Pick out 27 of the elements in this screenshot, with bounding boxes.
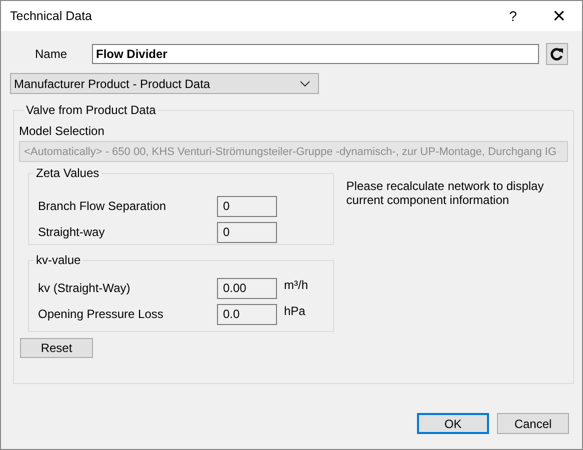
- window-title: Technical Data: [10, 9, 93, 23]
- field-label: Straight-way: [38, 225, 106, 239]
- refresh-button[interactable]: [546, 43, 568, 65]
- refresh-icon: [550, 47, 564, 61]
- source-dropdown[interactable]: Manufacturer Product - Product Data: [10, 73, 319, 94]
- group-title: Zeta Values: [35, 166, 100, 180]
- value-field[interactable]: 0.00: [217, 278, 277, 298]
- value-field[interactable]: 0: [217, 222, 277, 242]
- name-label: Name: [34, 47, 68, 61]
- reset-button[interactable]: Reset: [20, 338, 93, 358]
- group-title: Valve from Product Data: [25, 103, 157, 117]
- group-title: kv-value: [35, 253, 82, 267]
- field-label: Branch Flow Separation: [38, 199, 168, 213]
- value-field[interactable]: 0: [217, 196, 277, 216]
- name-field[interactable]: Flow Divider: [92, 44, 539, 64]
- dialog-button[interactable]: OK: [417, 413, 489, 434]
- value-field[interactable]: 0.0: [217, 304, 277, 324]
- model-label: Model Selection: [19, 124, 106, 138]
- info-text: Please recalculate network to display current component information: [346, 179, 545, 209]
- dialog-button[interactable]: Cancel: [497, 413, 569, 434]
- field-label: Opening Pressure Loss: [38, 307, 164, 321]
- unit-label: hPa: [284, 304, 306, 318]
- field-label: kv (Straight-Way): [38, 281, 132, 295]
- chevron-icon: [300, 80, 310, 86]
- unit-label: m³/h: [284, 278, 308, 292]
- close-button[interactable]: ×: [536, 1, 582, 31]
- help-button[interactable]: ?: [490, 1, 536, 31]
